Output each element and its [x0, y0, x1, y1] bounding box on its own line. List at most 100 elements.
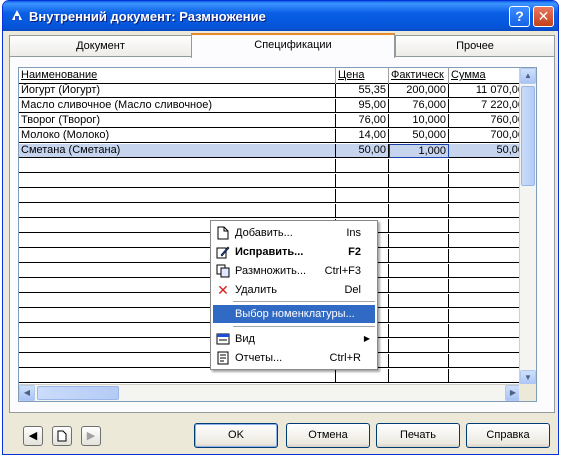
- empty-table-row[interactable]: [19, 204, 536, 218]
- empty-cell[interactable]: [389, 159, 449, 173]
- empty-cell[interactable]: [389, 174, 449, 188]
- empty-cell[interactable]: [389, 339, 449, 353]
- column-header-sum[interactable]: Сумма: [449, 68, 527, 84]
- cell-actual[interactable]: 200,000: [389, 84, 449, 98]
- empty-cell[interactable]: [389, 369, 449, 383]
- column-header-price[interactable]: Цена: [336, 68, 389, 84]
- vertical-scroll-thumb[interactable]: [521, 86, 535, 186]
- column-header-name[interactable]: Наименование: [19, 68, 336, 84]
- tab-other[interactable]: Прочее: [395, 35, 555, 57]
- cell-name[interactable]: Сметана (Сметана): [19, 144, 336, 158]
- cell-sum[interactable]: 700,00: [449, 129, 527, 143]
- horizontal-scrollbar[interactable]: ◀ ▶: [19, 384, 521, 401]
- menu-item-select-nomenclature[interactable]: Выбор номенклатуры...: [213, 305, 375, 323]
- empty-cell[interactable]: [449, 279, 527, 293]
- empty-cell[interactable]: [449, 354, 527, 368]
- table-row[interactable]: Молоко (Молоко) 14,00 50,000 700,00: [19, 129, 536, 143]
- cell-actual[interactable]: 76,000: [389, 99, 449, 113]
- print-button[interactable]: Печать: [376, 423, 460, 448]
- empty-cell[interactable]: [449, 369, 527, 383]
- empty-cell[interactable]: [389, 294, 449, 308]
- help-title-button[interactable]: ?: [509, 6, 530, 27]
- empty-cell[interactable]: [336, 189, 389, 203]
- empty-table-row[interactable]: [19, 174, 536, 188]
- scroll-left-icon[interactable]: ◀: [19, 385, 35, 401]
- empty-cell[interactable]: [449, 264, 527, 278]
- cell-actual[interactable]: 50,000: [389, 129, 449, 143]
- table-row[interactable]: Масло сливочное (Масло сливочное) 95,00 …: [19, 99, 536, 113]
- cancel-button[interactable]: Отмена: [286, 423, 370, 448]
- menu-item-delete[interactable]: ✕ Удалить Del: [213, 281, 375, 299]
- title-bar[interactable]: Внутренний документ: Размножение ? ✕: [3, 1, 558, 31]
- empty-table-row[interactable]: [19, 189, 536, 203]
- empty-cell[interactable]: [449, 204, 527, 218]
- empty-table-row[interactable]: [19, 159, 536, 173]
- ok-button[interactable]: OK: [194, 423, 278, 448]
- cell-sum[interactable]: 11 070,00: [449, 84, 527, 98]
- vertical-scrollbar[interactable]: ▲ ▼: [519, 68, 536, 386]
- empty-cell[interactable]: [389, 354, 449, 368]
- empty-cell[interactable]: [449, 249, 527, 263]
- empty-cell[interactable]: [336, 204, 389, 218]
- cell-name[interactable]: Масло сливочное (Масло сливочное): [19, 99, 336, 113]
- cell-name[interactable]: Молоко (Молоко): [19, 129, 336, 143]
- tab-document[interactable]: Документ: [9, 35, 192, 57]
- empty-cell[interactable]: [449, 309, 527, 323]
- empty-cell[interactable]: [389, 204, 449, 218]
- tab-specifications[interactable]: Спецификации: [191, 33, 395, 58]
- empty-cell[interactable]: [389, 219, 449, 233]
- cell-actual-focused[interactable]: 1,000: [389, 144, 449, 158]
- close-button[interactable]: ✕: [533, 6, 554, 27]
- empty-cell[interactable]: [19, 159, 336, 173]
- empty-cell[interactable]: [389, 279, 449, 293]
- menu-item-reports[interactable]: Отчеты... Ctrl+R: [213, 349, 375, 367]
- empty-cell[interactable]: [449, 339, 527, 353]
- empty-cell[interactable]: [389, 264, 449, 278]
- cell-price[interactable]: 95,00: [336, 99, 389, 113]
- table-row[interactable]: Творог (Творог) 76,00 10,000 760,00: [19, 114, 536, 128]
- next-record-button[interactable]: ▶: [81, 426, 101, 446]
- cell-price[interactable]: 50,00: [336, 144, 389, 158]
- empty-cell[interactable]: [336, 369, 389, 383]
- empty-cell[interactable]: [449, 294, 527, 308]
- cell-price[interactable]: 76,00: [336, 114, 389, 128]
- empty-cell[interactable]: [19, 369, 336, 383]
- previous-record-button[interactable]: ◀: [23, 426, 43, 446]
- empty-cell[interactable]: [336, 174, 389, 188]
- cell-name[interactable]: Творог (Творог): [19, 114, 336, 128]
- empty-cell[interactable]: [389, 189, 449, 203]
- empty-cell[interactable]: [19, 204, 336, 218]
- empty-cell[interactable]: [449, 234, 527, 248]
- cell-sum[interactable]: 760,00: [449, 114, 527, 128]
- empty-table-row[interactable]: [19, 369, 536, 383]
- empty-cell[interactable]: [449, 189, 527, 203]
- cell-actual[interactable]: 10,000: [389, 114, 449, 128]
- cell-price[interactable]: 14,00: [336, 129, 389, 143]
- empty-cell[interactable]: [389, 234, 449, 248]
- menu-item-add[interactable]: Добавить... Ins: [213, 224, 375, 242]
- empty-cell[interactable]: [19, 174, 336, 188]
- empty-cell[interactable]: [449, 219, 527, 233]
- table-row[interactable]: Йогурт (Йогурт) 55,35 200,000 11 070,00: [19, 84, 536, 98]
- table-row-selected[interactable]: Сметана (Сметана) 50,00 1,000 50,00: [19, 144, 536, 158]
- empty-cell[interactable]: [389, 309, 449, 323]
- scroll-up-icon[interactable]: ▲: [520, 68, 536, 84]
- empty-cell[interactable]: [19, 189, 336, 203]
- horizontal-scroll-thumb[interactable]: [37, 386, 119, 400]
- empty-cell[interactable]: [449, 174, 527, 188]
- cell-price[interactable]: 55,35: [336, 84, 389, 98]
- menu-item-view[interactable]: Вид ▶: [213, 330, 375, 348]
- menu-item-edit[interactable]: Исправить... F2: [213, 243, 375, 261]
- cell-sum[interactable]: 50,00: [449, 144, 527, 158]
- new-record-button[interactable]: [52, 426, 72, 446]
- empty-cell[interactable]: [449, 159, 527, 173]
- menu-item-duplicate[interactable]: Размножить... Ctrl+F3: [213, 262, 375, 280]
- help-button[interactable]: Справка: [466, 423, 550, 448]
- empty-cell[interactable]: [336, 159, 389, 173]
- empty-cell[interactable]: [449, 324, 527, 338]
- empty-cell[interactable]: [389, 324, 449, 338]
- cell-sum[interactable]: 7 220,00: [449, 99, 527, 113]
- cell-name[interactable]: Йогурт (Йогурт): [19, 84, 336, 98]
- column-header-actual[interactable]: Фактическ: [389, 68, 449, 84]
- empty-cell[interactable]: [389, 249, 449, 263]
